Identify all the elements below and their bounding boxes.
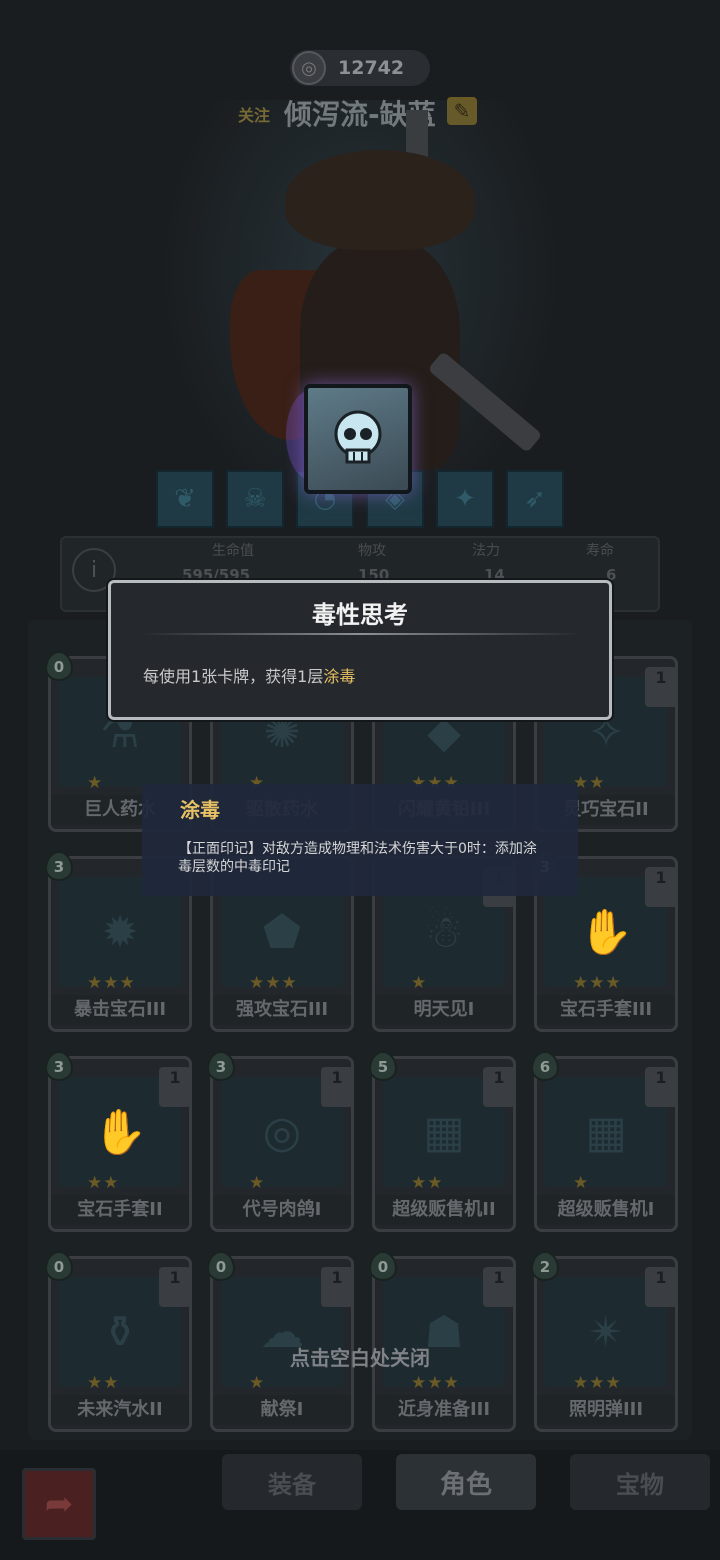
hp-label: 生命值 bbox=[212, 543, 254, 559]
card-stars: ★★★ bbox=[87, 973, 136, 993]
card-stars: ★ bbox=[249, 1173, 266, 1193]
card-item[interactable]: ◎ ★ 代号肉鸽I 3 1 bbox=[207, 1051, 354, 1232]
card-name: 宝石手套II bbox=[51, 1195, 189, 1225]
card-stack-badge: 1 bbox=[321, 1267, 353, 1307]
equipment-slot-2[interactable]: ☠ bbox=[226, 470, 284, 528]
card-cost-badge: 2 bbox=[531, 1251, 559, 1281]
popup-description: 每使用1张卡牌，获得1层涂毒 bbox=[143, 663, 355, 687]
tab-treasure[interactable]: 宝物 bbox=[570, 1454, 710, 1510]
card-name: 代号肉鸽I bbox=[213, 1195, 351, 1225]
card-name: 暴击宝石III bbox=[51, 995, 189, 1025]
card-stack-badge: 1 bbox=[321, 1067, 353, 1107]
life-label: 寿命 bbox=[586, 543, 614, 559]
atk-label: 物攻 bbox=[358, 543, 386, 559]
card-item[interactable]: ▦ ★★ 超级贩售机II 5 1 bbox=[369, 1051, 516, 1232]
card-stars: ★★★ bbox=[249, 973, 298, 993]
character-hat bbox=[285, 150, 475, 250]
popup-description-keyword[interactable]: 涂毒 bbox=[323, 667, 355, 686]
card-stars: ★★ bbox=[87, 1173, 120, 1193]
card-stars: ★★ bbox=[411, 1173, 444, 1193]
popup-description-text: 每使用1张卡牌，获得1层 bbox=[143, 667, 324, 686]
card-item[interactable]: ✋ ★★ 宝石手套II 3 1 bbox=[45, 1051, 192, 1232]
card-cost-badge: 0 bbox=[45, 651, 73, 681]
equipment-slot-5[interactable]: ✦ bbox=[436, 470, 494, 528]
card-name: 宝石手套III bbox=[537, 995, 675, 1025]
score-value: 12742 bbox=[338, 57, 405, 79]
tab-equipment[interactable]: 装备 bbox=[222, 1454, 362, 1510]
card-cost-badge: 3 bbox=[207, 1051, 235, 1081]
card-name: 未来汽水II bbox=[51, 1395, 189, 1425]
card-stack-badge: 1 bbox=[645, 867, 677, 907]
card-stars: ★★★ bbox=[411, 1373, 460, 1393]
card-cost-badge: 0 bbox=[207, 1251, 235, 1281]
card-stack-badge: 1 bbox=[159, 1067, 191, 1107]
card-cost-badge: 3 bbox=[45, 851, 73, 881]
keyword-tooltip: 涂毒 【正面印记】对敌方造成物理和法术伤害大于0时：添加涂毒层数的中毒印记 bbox=[142, 784, 578, 896]
back-button[interactable]: ➦ bbox=[22, 1468, 96, 1540]
card-cost-badge: 5 bbox=[369, 1051, 397, 1081]
card-stars: ★★ bbox=[573, 773, 606, 793]
card-item[interactable]: ▦ ★ 超级贩售机I 6 1 bbox=[531, 1051, 678, 1232]
card-stars: ★★ bbox=[87, 1373, 120, 1393]
card-name: 超级贩售机I bbox=[537, 1195, 675, 1225]
card-cost-badge: 3 bbox=[45, 1051, 73, 1081]
card-stack-badge: 1 bbox=[645, 1067, 677, 1107]
skill-popup: 毒性思考 每使用1张卡牌，获得1层涂毒 bbox=[108, 580, 612, 720]
card-name: 照明弹III bbox=[537, 1395, 675, 1425]
card-name: 明天见I bbox=[375, 995, 513, 1025]
skull-icon bbox=[334, 410, 382, 464]
card-stack-badge: 1 bbox=[645, 1267, 677, 1307]
mp-label: 法力 bbox=[472, 543, 500, 559]
card-cost-badge: 0 bbox=[369, 1251, 397, 1281]
back-arrow-icon: ➦ bbox=[44, 1484, 74, 1524]
close-hint: 点击空白处关闭 bbox=[290, 1346, 430, 1370]
card-stack-badge: 1 bbox=[483, 1067, 515, 1107]
card-stars: ★ bbox=[573, 1173, 590, 1193]
tooltip-title: 涂毒 bbox=[180, 798, 220, 822]
popup-divider bbox=[141, 633, 581, 635]
featured-item[interactable] bbox=[304, 384, 412, 494]
score-display: ◎ 12742 bbox=[290, 50, 430, 86]
card-stars: ★★★ bbox=[573, 1373, 622, 1393]
card-stack-badge: 1 bbox=[483, 1267, 515, 1307]
card-stack-badge: 1 bbox=[645, 667, 677, 707]
equipment-slot-1[interactable]: ❦ bbox=[156, 470, 214, 528]
card-cost-badge: 6 bbox=[531, 1051, 559, 1081]
card-stars: ★ bbox=[411, 973, 428, 993]
card-name: 献祭I bbox=[213, 1395, 351, 1425]
card-stars: ★ bbox=[249, 1373, 266, 1393]
tooltip-description: 【正面印记】对敌方造成物理和法术伤害大于0时：添加涂毒层数的中毒印记 bbox=[178, 841, 537, 875]
card-stars: ★★★ bbox=[573, 973, 622, 993]
card-stack-badge: 1 bbox=[159, 1267, 191, 1307]
popup-title: 毒性思考 bbox=[312, 601, 408, 629]
card-name: 强攻宝石III bbox=[213, 995, 351, 1025]
target-icon: ◎ bbox=[292, 51, 326, 85]
card-name: 近身准备III bbox=[375, 1395, 513, 1425]
card-cost-badge: 0 bbox=[45, 1251, 73, 1281]
card-name: 超级贩售机II bbox=[375, 1195, 513, 1225]
tab-role[interactable]: 角色 bbox=[396, 1454, 536, 1510]
equipment-slot-6[interactable]: ➶ bbox=[506, 470, 564, 528]
